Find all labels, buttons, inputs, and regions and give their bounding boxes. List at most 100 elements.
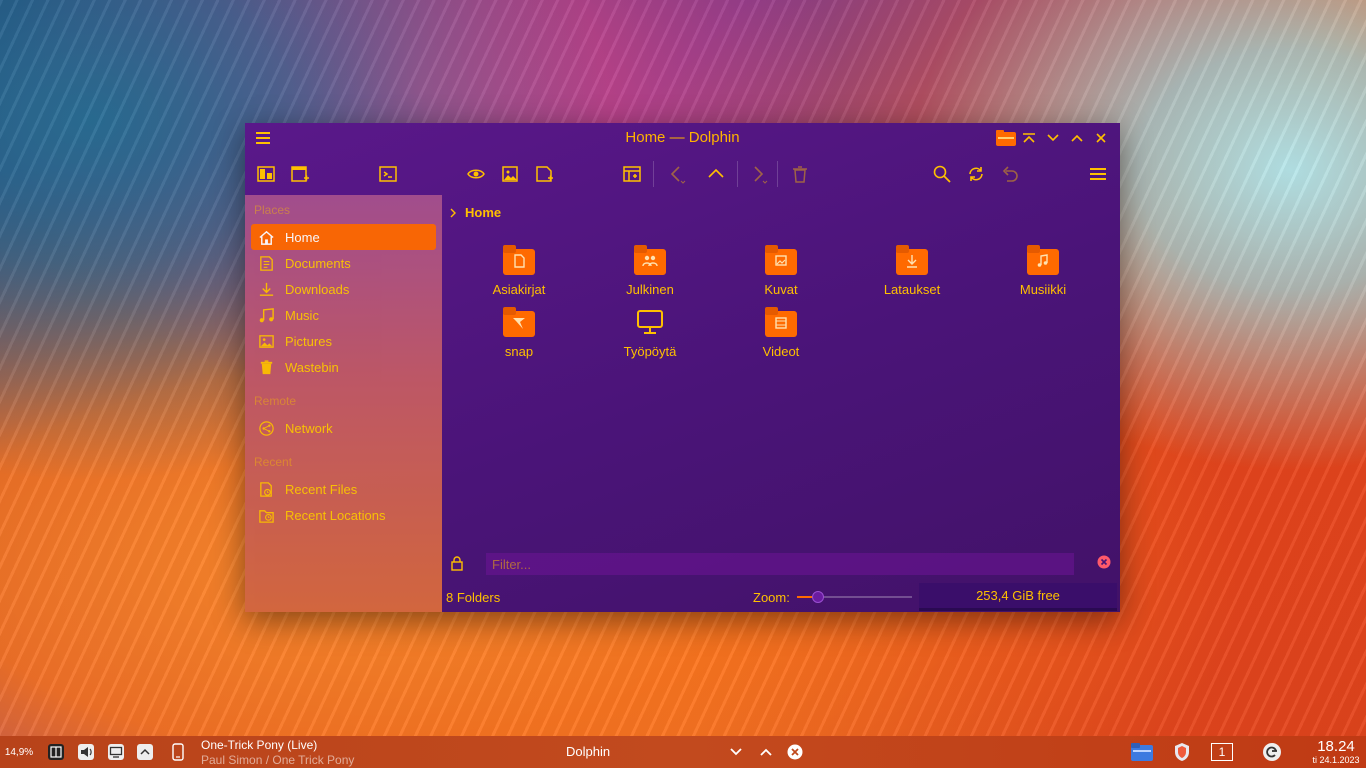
zoom-slider-handle[interactable] bbox=[812, 591, 824, 603]
desktop-icon bbox=[637, 310, 663, 334]
updates-icon[interactable] bbox=[1260, 740, 1284, 764]
task-close-button[interactable] bbox=[786, 740, 804, 764]
phone-icon[interactable] bbox=[170, 740, 186, 764]
media-title[interactable]: One-Trick Pony (Live) bbox=[201, 738, 317, 752]
item-label: snap bbox=[504, 344, 534, 359]
back-button[interactable] bbox=[663, 161, 689, 187]
titlebar: Home — Dolphin bbox=[245, 123, 1120, 153]
sidebar-item-documents[interactable]: Documents bbox=[251, 250, 436, 276]
filter-input[interactable] bbox=[486, 553, 1074, 575]
chevron-up-icon bbox=[708, 168, 724, 178]
item-label: Julkinen bbox=[626, 282, 674, 297]
menu-button[interactable] bbox=[1085, 161, 1111, 187]
folder-snap-icon bbox=[503, 307, 535, 337]
sidebar-item-label: Network bbox=[285, 420, 333, 436]
minimize-button[interactable] bbox=[1043, 128, 1063, 148]
shield-icon bbox=[1175, 743, 1189, 761]
folder-music-icon bbox=[1027, 245, 1059, 275]
image-icon bbox=[502, 166, 518, 182]
keep-above-button[interactable] bbox=[1019, 128, 1039, 148]
home-icon bbox=[257, 228, 275, 246]
sidebar-item-music[interactable]: Music bbox=[251, 302, 436, 328]
sidebar-item-recent-locations[interactable]: Recent Locations bbox=[251, 502, 436, 528]
file-manager-launcher[interactable] bbox=[1128, 740, 1156, 764]
new-folder-button[interactable] bbox=[531, 161, 557, 187]
sidebar-item-wastebin[interactable]: Wastebin bbox=[251, 354, 436, 380]
task-dolphin[interactable]: Dolphin bbox=[566, 744, 610, 759]
vault-icon[interactable] bbox=[45, 740, 67, 764]
open-terminal-button[interactable] bbox=[375, 161, 401, 187]
search-button[interactable] bbox=[929, 161, 955, 187]
folder-item-videot[interactable]: Videot bbox=[726, 307, 836, 359]
dolphin-window: Home — Dolphin Places Home Documents Dow… bbox=[245, 123, 1120, 612]
sidebar-item-label: Music bbox=[285, 307, 319, 323]
icons-view-button[interactable] bbox=[497, 161, 523, 187]
display-icon[interactable] bbox=[105, 740, 127, 764]
forward-button[interactable] bbox=[745, 161, 771, 187]
lock-icon[interactable] bbox=[450, 555, 464, 571]
maximize-button[interactable] bbox=[1067, 128, 1087, 148]
folder-item-musiikki[interactable]: Musiikki bbox=[988, 245, 1098, 297]
sidebar-item-label: Wastebin bbox=[285, 359, 339, 375]
folder-pictures-icon bbox=[765, 245, 797, 275]
clock-time[interactable]: 18.24 bbox=[1310, 738, 1362, 755]
music-icon bbox=[257, 306, 275, 324]
toolbar bbox=[245, 153, 1120, 195]
reload-icon bbox=[969, 167, 983, 181]
close-icon bbox=[1096, 133, 1106, 143]
virtual-desktop-pager[interactable]: 1 bbox=[1210, 740, 1234, 764]
volume-icon[interactable] bbox=[75, 740, 97, 764]
search-icon bbox=[933, 165, 951, 183]
close-button[interactable] bbox=[1091, 128, 1111, 148]
wastebin-icon bbox=[257, 358, 275, 376]
taskbar: 14,9% One-Trick Pony (Live) Paul Simon /… bbox=[0, 736, 1366, 768]
trash-icon bbox=[793, 166, 807, 183]
new-window-button[interactable] bbox=[287, 161, 313, 187]
chevron-up-icon bbox=[137, 744, 153, 760]
breadcrumb-current[interactable]: Home bbox=[465, 205, 501, 220]
delete-button[interactable] bbox=[787, 161, 813, 187]
browser-launcher[interactable] bbox=[1170, 740, 1194, 764]
breadcrumb[interactable]: Home bbox=[450, 205, 501, 220]
panels-button[interactable] bbox=[619, 161, 645, 187]
item-label: Työpöytä bbox=[623, 344, 677, 359]
tray-expand-button[interactable] bbox=[134, 740, 156, 764]
toolbar-separator bbox=[777, 161, 778, 187]
folder-icon bbox=[1131, 743, 1153, 761]
preview-button[interactable] bbox=[463, 161, 489, 187]
sidebar-item-recent-files[interactable]: Recent Files bbox=[251, 476, 436, 502]
folder-item-asiakirjat[interactable]: Asiakirjat bbox=[464, 245, 574, 297]
cpu-usage[interactable]: 14,9% bbox=[4, 740, 34, 764]
task-maximize-button[interactable] bbox=[758, 740, 774, 764]
cpu-usage-label: 14,9% bbox=[4, 746, 34, 758]
clear-filter-button[interactable] bbox=[1097, 555, 1111, 569]
folder-item-julkinen[interactable]: Julkinen bbox=[595, 245, 705, 297]
media-artist: Paul Simon / One Trick Pony bbox=[201, 753, 355, 767]
clock-date: ti 24.1.2023 bbox=[1312, 755, 1360, 765]
folder-download-icon bbox=[896, 245, 928, 275]
item-label: Musiikki bbox=[1019, 282, 1067, 297]
panel-icon bbox=[623, 166, 641, 182]
sidebar-item-network[interactable]: Network bbox=[251, 415, 436, 441]
split-view-button[interactable] bbox=[253, 161, 279, 187]
zoom-label: Zoom: bbox=[753, 590, 790, 605]
window-title: Home — Dolphin bbox=[625, 129, 740, 146]
reload-button[interactable] bbox=[963, 161, 989, 187]
chevron-down-icon bbox=[730, 748, 742, 756]
documents-icon bbox=[257, 254, 275, 272]
sidebar-item-pictures[interactable]: Pictures bbox=[251, 328, 436, 354]
sidebar-item-downloads[interactable]: Downloads bbox=[251, 276, 436, 302]
close-circle-icon bbox=[1097, 555, 1111, 569]
folder-item-kuvat[interactable]: Kuvat bbox=[726, 245, 836, 297]
up-button[interactable] bbox=[703, 161, 729, 187]
undo-button[interactable] bbox=[997, 161, 1023, 187]
toolbar-separator bbox=[653, 161, 654, 187]
zoom-slider[interactable] bbox=[797, 591, 912, 603]
sidebar-item-home[interactable]: Home bbox=[251, 224, 436, 250]
folder-item-snap[interactable]: snap bbox=[464, 307, 574, 359]
folder-count: 8 Folders bbox=[446, 590, 501, 605]
folder-item-tyopoyta[interactable]: Työpöytä bbox=[595, 307, 705, 359]
folder-item-lataukset[interactable]: Lataukset bbox=[857, 245, 967, 297]
item-label: Kuvat bbox=[764, 282, 798, 297]
task-minimize-button[interactable] bbox=[728, 740, 744, 764]
